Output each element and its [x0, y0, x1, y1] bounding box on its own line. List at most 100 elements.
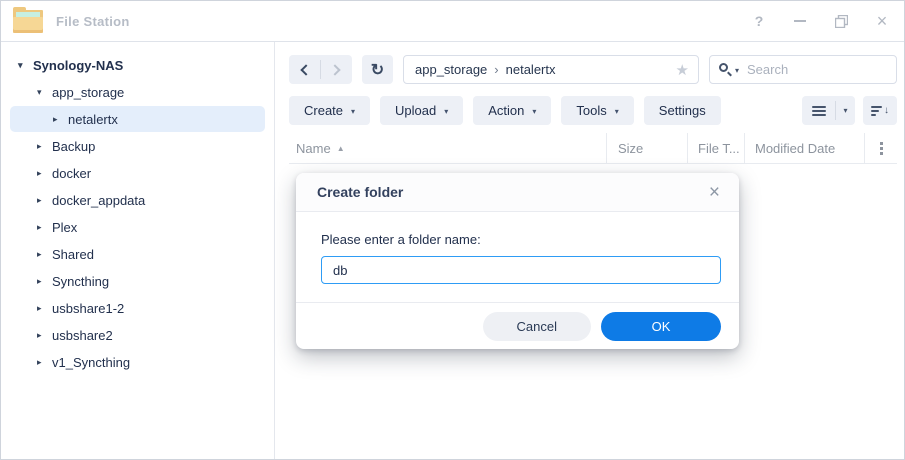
search-input[interactable] [747, 62, 888, 77]
minimize-button[interactable] [792, 13, 808, 29]
view-controls: ▾ ↓ [802, 96, 897, 125]
maximize-button[interactable] [833, 13, 849, 29]
column-label: Modified Date [755, 141, 835, 156]
sidebar-item-label: v1_Syncthing [52, 355, 130, 370]
chevron-down-icon: ▾ [37, 87, 52, 98]
action-toolbar: Create ▾ Upload ▾ Action ▾ Tools ▾ Setti… [275, 84, 905, 125]
column-label: File T... [698, 141, 740, 156]
sort-ascending-icon: ▲ [337, 144, 345, 153]
chevron-right-icon: ▸ [37, 276, 52, 287]
sidebar-item-label: Backup [52, 139, 95, 154]
dialog-body: Please enter a folder name: [296, 212, 739, 284]
chevron-left-icon [300, 64, 311, 75]
column-label: Name [296, 141, 331, 156]
sidebar-item-usbshare1-2[interactable]: ▸ usbshare1-2 [10, 295, 265, 321]
sidebar-item-synology-nas[interactable]: ▾ Synology-NAS [10, 52, 265, 78]
title-bar: File Station ? × [1, 1, 904, 42]
breadcrumb-current[interactable]: netalertx [506, 62, 556, 77]
sort-button[interactable]: ↓ [863, 96, 897, 125]
sidebar-item-label: Synology-NAS [33, 58, 123, 73]
restore-icon [835, 15, 848, 28]
tools-button[interactable]: Tools ▾ [561, 96, 633, 125]
sidebar-item-label: netalertx [68, 112, 118, 127]
chevron-right-icon [329, 64, 340, 75]
chevron-right-icon: ▸ [37, 141, 52, 152]
column-label: Size [618, 141, 643, 156]
sidebar-item-usbshare2[interactable]: ▸ usbshare2 [10, 322, 265, 348]
chevron-down-icon: ▾ [615, 107, 619, 116]
sidebar-item-label: docker_appdata [52, 193, 145, 208]
dialog-footer: Cancel OK [296, 302, 739, 349]
folder-name-prompt: Please enter a folder name: [321, 232, 721, 247]
bookmark-star-icon[interactable]: ★ [676, 61, 689, 79]
column-header-modified-date[interactable]: Modified Date [744, 133, 864, 163]
ok-button[interactable]: OK [601, 312, 721, 341]
breadcrumb[interactable]: app_storage › netalertx ★ [403, 55, 699, 84]
cancel-button[interactable]: Cancel [483, 312, 591, 341]
close-window-button[interactable]: × [874, 13, 890, 29]
column-header-name[interactable]: Name ▲ [289, 133, 606, 163]
sidebar-item-docker-appdata[interactable]: ▸ docker_appdata [10, 187, 265, 213]
tools-button-label: Tools [576, 103, 606, 118]
column-header-file-type[interactable]: File T... [687, 133, 744, 163]
chevron-down-icon: ▾ [18, 60, 33, 71]
sidebar-item-label: Plex [52, 220, 77, 235]
settings-button-label: Settings [659, 103, 706, 118]
create-button[interactable]: Create ▾ [289, 96, 370, 125]
forward-button[interactable] [321, 55, 352, 84]
column-options-button[interactable] [864, 133, 897, 163]
breadcrumb-parent[interactable]: app_storage [415, 62, 487, 77]
folder-name-input[interactable] [321, 256, 721, 284]
chevron-right-icon: ▸ [37, 357, 52, 368]
navigation-toolbar: ↻ app_storage › netalertx ★ ▾ [275, 42, 905, 84]
help-button[interactable]: ? [751, 13, 767, 29]
action-button[interactable]: Action ▾ [473, 96, 551, 125]
sidebar-item-plex[interactable]: ▸ Plex [10, 214, 265, 240]
sidebar-item-label: Syncthing [52, 274, 109, 289]
sidebar-item-label: usbshare1-2 [52, 301, 124, 316]
sidebar-item-netalertx[interactable]: ▸ netalertx [10, 106, 265, 132]
minimize-icon [794, 20, 806, 22]
settings-button[interactable]: Settings [644, 96, 721, 125]
back-button[interactable] [289, 55, 320, 84]
chevron-right-icon: ▸ [37, 168, 52, 179]
sidebar-folder-tree: ▾ Synology-NAS ▾ app_storage ▸ netalertx… [1, 42, 275, 459]
view-mode-caret-icon[interactable]: ▾ [836, 106, 855, 115]
breadcrumb-separator-icon: › [494, 62, 498, 77]
sidebar-item-label: Shared [52, 247, 94, 262]
chevron-down-icon: ▾ [351, 107, 355, 116]
search-options-caret-icon[interactable]: ▾ [735, 66, 739, 75]
sidebar-item-shared[interactable]: ▸ Shared [10, 241, 265, 267]
chevron-right-icon: ▸ [37, 249, 52, 260]
action-button-label: Action [488, 103, 524, 118]
chevron-right-icon: ▸ [53, 114, 68, 125]
create-folder-dialog: Create folder × Please enter a folder na… [296, 173, 739, 349]
file-list-header: Name ▲ Size File T... Modified Date [289, 133, 897, 164]
sidebar-item-app-storage[interactable]: ▾ app_storage [10, 79, 265, 105]
chevron-right-icon: ▸ [37, 222, 52, 233]
chevron-down-icon: ▾ [444, 107, 448, 116]
dialog-close-icon[interactable]: × [709, 183, 720, 202]
window-controls: ? × [751, 13, 890, 29]
search-box[interactable]: ▾ [709, 55, 897, 84]
app-title: File Station [56, 14, 130, 29]
refresh-button[interactable]: ↻ [362, 55, 393, 84]
kebab-menu-icon [880, 142, 883, 155]
upload-button-label: Upload [395, 103, 436, 118]
create-button-label: Create [304, 103, 343, 118]
sidebar-item-syncthing[interactable]: ▸ Syncthing [10, 268, 265, 294]
sort-down-arrow-icon: ↓ [884, 105, 889, 116]
sort-lines-icon [871, 106, 882, 116]
dialog-title: Create folder [317, 184, 403, 200]
sidebar-item-label: app_storage [52, 85, 124, 100]
sidebar-item-docker[interactable]: ▸ docker [10, 160, 265, 186]
sidebar-item-v1-syncthing[interactable]: ▸ v1_Syncthing [10, 349, 265, 375]
upload-button[interactable]: Upload ▾ [380, 96, 463, 125]
column-header-size[interactable]: Size [606, 133, 687, 163]
view-mode-button[interactable]: ▾ [802, 96, 855, 125]
search-icon [719, 63, 732, 76]
history-nav-group [289, 55, 352, 84]
sidebar-item-backup[interactable]: ▸ Backup [10, 133, 265, 159]
sidebar-item-label: usbshare2 [52, 328, 113, 343]
sidebar-item-label: docker [52, 166, 91, 181]
